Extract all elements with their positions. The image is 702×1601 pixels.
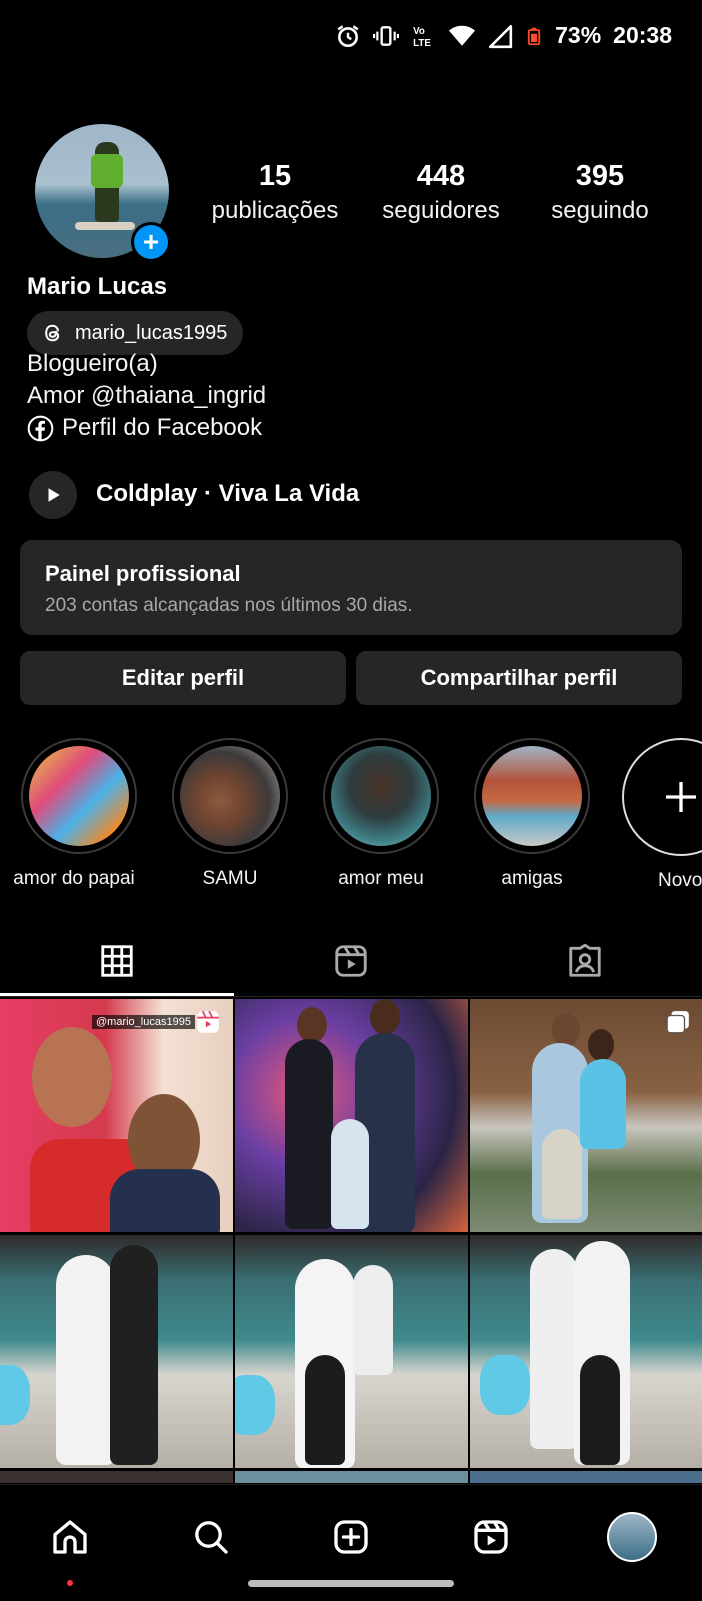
nav-profile[interactable] bbox=[604, 1509, 660, 1565]
followers-label: seguidores bbox=[382, 197, 500, 224]
nav-search[interactable] bbox=[183, 1509, 239, 1565]
play-icon bbox=[48, 488, 60, 502]
highlight-label: amor meu bbox=[338, 868, 424, 889]
plus-icon bbox=[666, 782, 696, 812]
post-overlay-text: @mario_lucas1995 bbox=[92, 1015, 195, 1029]
alarm-icon bbox=[337, 24, 359, 47]
reels-icon bbox=[335, 945, 367, 977]
highlight-amigas[interactable]: amigas bbox=[473, 738, 591, 890]
clock-time: 20:38 bbox=[613, 22, 672, 48]
battery-percentage: 73% bbox=[555, 22, 602, 48]
post-thumbnail[interactable] bbox=[470, 1471, 702, 1483]
highlight-samu[interactable]: SAMU bbox=[171, 738, 289, 890]
svg-text:Vo: Vo bbox=[413, 25, 425, 36]
following-count[interactable]: 395 seguindo bbox=[525, 160, 675, 225]
tab-reels[interactable] bbox=[234, 925, 468, 997]
add-story-icon[interactable]: + bbox=[131, 222, 171, 262]
tab-tagged[interactable] bbox=[468, 925, 702, 997]
gesture-bar[interactable] bbox=[248, 1580, 454, 1587]
grid-icon bbox=[101, 945, 133, 977]
tab-grid[interactable] bbox=[0, 925, 234, 997]
reels-icon bbox=[474, 1520, 508, 1554]
edit-profile-button[interactable]: Editar perfil bbox=[20, 651, 346, 705]
nav-home[interactable] bbox=[42, 1509, 98, 1565]
reel-indicator-icon bbox=[197, 1010, 219, 1033]
profile-music[interactable]: Coldplay · Viva La Vida bbox=[96, 480, 359, 508]
status-bar: Vo LTE 73% 20:38 bbox=[0, 0, 702, 78]
facebook-link[interactable]: Perfil do Facebook bbox=[27, 414, 262, 442]
threads-badge[interactable]: mario_lucas1995 bbox=[27, 311, 244, 355]
highlight-amor-meu[interactable]: amor meu bbox=[322, 738, 440, 890]
post-thumbnail[interactable] bbox=[235, 1235, 468, 1468]
post-thumbnail[interactable] bbox=[235, 1471, 468, 1483]
profile-name: Mario Lucas bbox=[27, 273, 168, 300]
search-icon bbox=[195, 1521, 228, 1554]
post-thumbnail[interactable] bbox=[0, 1471, 233, 1483]
post-thumbnail[interactable] bbox=[470, 999, 702, 1232]
nav-reels[interactable] bbox=[463, 1509, 519, 1565]
followers-value: 448 bbox=[416, 160, 466, 192]
highlight-label: amor do papai bbox=[13, 868, 135, 889]
professional-dashboard[interactable]: Painel profissional 203 contas alcançada… bbox=[20, 540, 682, 635]
battery-icon bbox=[527, 27, 541, 45]
facebook-link-label: Perfil do Facebook bbox=[62, 414, 263, 441]
create-icon bbox=[334, 1520, 368, 1554]
vibrate-icon bbox=[373, 25, 400, 46]
professional-dashboard-title: Painel profissional bbox=[45, 561, 241, 586]
post-thumbnail[interactable] bbox=[235, 999, 468, 1232]
profile-avatar-small bbox=[607, 1512, 657, 1562]
highlight-label: Novo bbox=[658, 870, 702, 891]
music-play-button[interactable] bbox=[29, 471, 77, 519]
carousel-indicator-icon bbox=[666, 1011, 689, 1034]
posts-label: publicações bbox=[211, 197, 339, 224]
post-thumbnail[interactable] bbox=[0, 1235, 233, 1468]
post-thumbnail[interactable] bbox=[470, 1235, 702, 1468]
volte-icon: VoLTE bbox=[413, 25, 431, 48]
posts-value: 15 bbox=[258, 160, 292, 192]
profile-tabs bbox=[0, 925, 702, 997]
posts-count[interactable]: 15 publicações bbox=[200, 160, 350, 225]
bio-category: Blogueiro(a) bbox=[27, 350, 158, 377]
notification-dot bbox=[67, 1580, 73, 1586]
home-icon bbox=[53, 1520, 87, 1554]
share-profile-button[interactable]: Compartilhar perfil bbox=[356, 651, 682, 705]
facebook-icon bbox=[27, 415, 54, 441]
tagged-icon bbox=[569, 943, 601, 977]
tabs-divider bbox=[0, 996, 702, 997]
followers-count[interactable]: 448 seguidores bbox=[366, 160, 516, 225]
threads-icon bbox=[45, 324, 60, 342]
post-thumbnail[interactable]: @mario_lucas1995 bbox=[0, 999, 233, 1232]
bio-text[interactable]: Amor @thaiana_ingrid bbox=[27, 382, 266, 410]
svg-text:LTE: LTE bbox=[413, 37, 431, 48]
following-value: 395 bbox=[575, 160, 625, 192]
wifi-icon bbox=[449, 25, 476, 46]
highlight-amor-do-papai[interactable]: amor do papai bbox=[13, 738, 138, 890]
threads-handle: mario_lucas1995 bbox=[75, 321, 228, 344]
posts-grid: @mario_lucas1995 bbox=[0, 999, 702, 1483]
highlight-label: amigas bbox=[501, 868, 563, 889]
nav-create[interactable] bbox=[323, 1509, 379, 1565]
professional-dashboard-subtitle: 203 contas alcançadas nos últimos 30 dia… bbox=[45, 595, 413, 616]
highlight-label: SAMU bbox=[202, 868, 258, 889]
following-label: seguindo bbox=[551, 197, 649, 224]
signal-icon bbox=[489, 24, 513, 48]
highlight-new[interactable]: Novo bbox=[622, 738, 702, 892]
active-tab-indicator bbox=[0, 993, 234, 996]
